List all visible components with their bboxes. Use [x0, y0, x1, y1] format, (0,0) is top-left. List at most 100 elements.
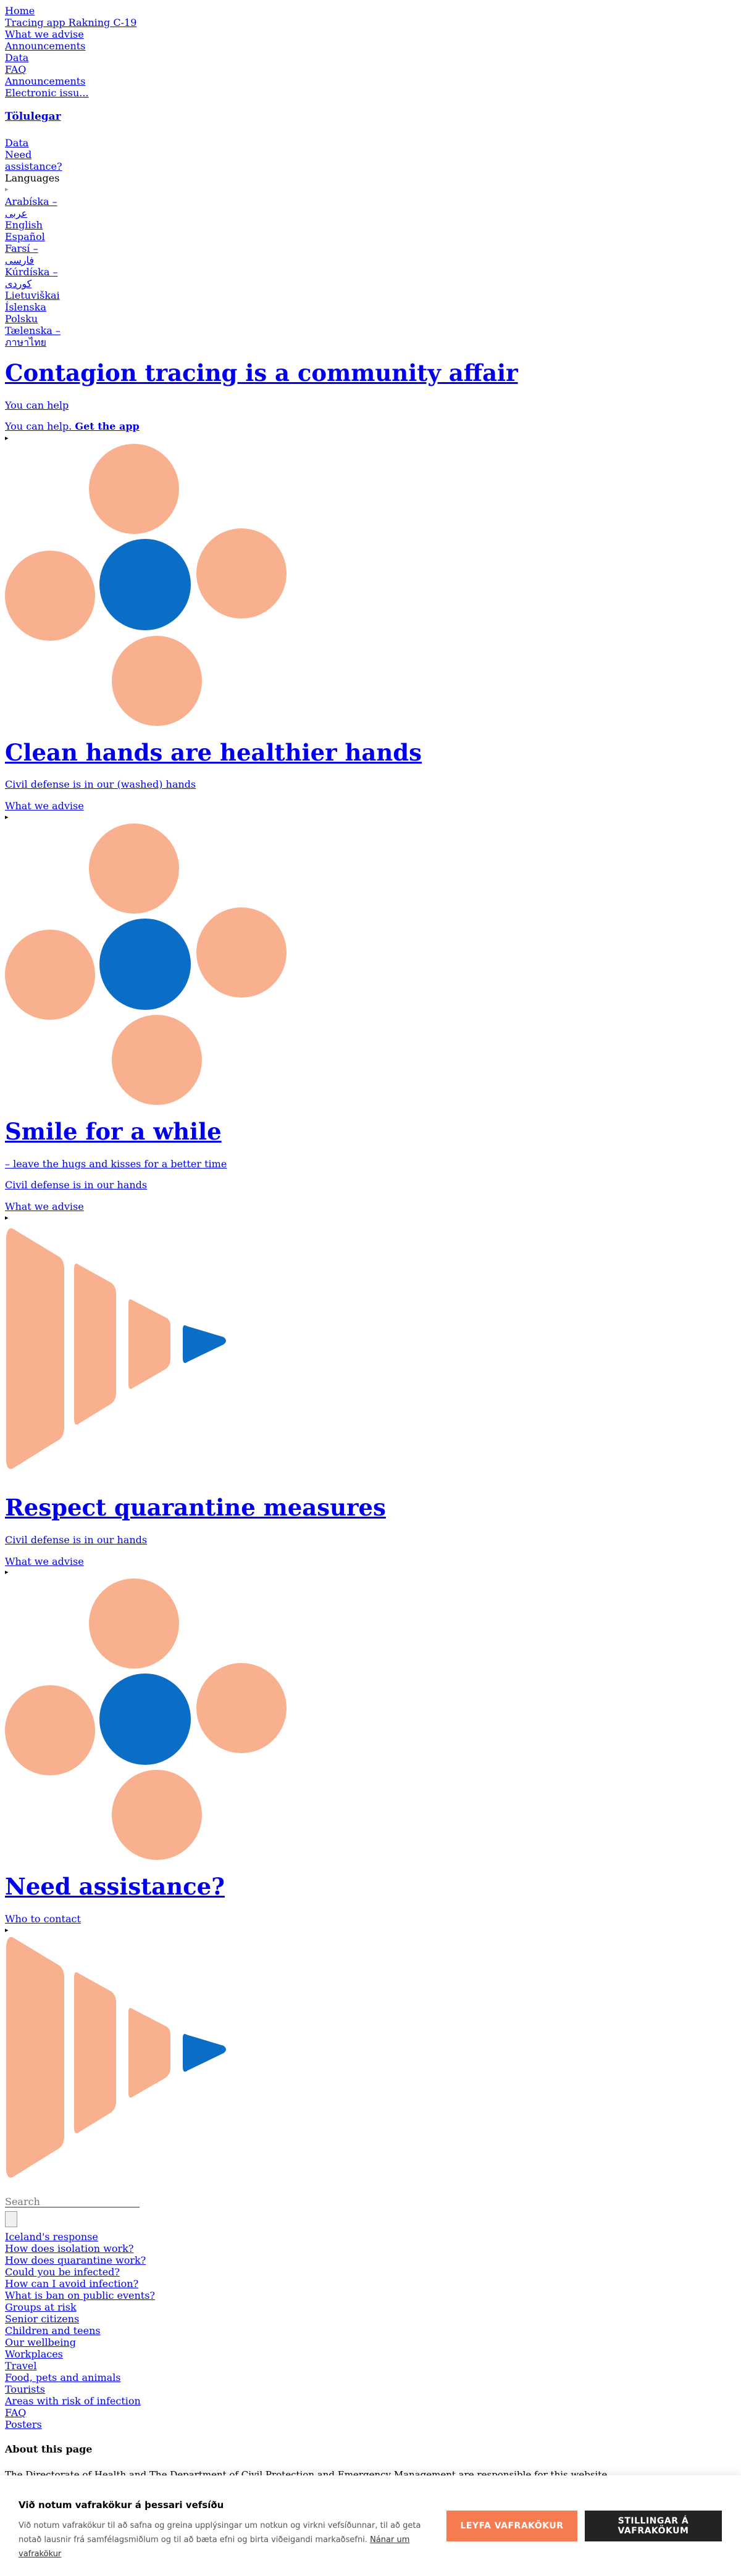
accept-cookies-button[interactable]: LEYFA VAFRAKÖKUR: [446, 2511, 577, 2541]
languages-toggle-icon[interactable]: ▸: [5, 185, 9, 194]
footer-link[interactable]: Areas with risk of infection: [5, 2395, 141, 2407]
get-app-prefix: You can help.: [5, 420, 72, 432]
get-the-app-link[interactable]: You can help. Get the app: [5, 420, 140, 432]
footer-link[interactable]: Groups at risk: [5, 2301, 77, 2313]
blue-shape: [183, 2033, 226, 2072]
nav-home-link[interactable]: Home: [5, 5, 35, 17]
footer-link[interactable]: How can I avoid infection?: [5, 2278, 138, 2290]
language-list: Arabíska – عربى English Español Farsí – …: [5, 196, 61, 348]
section5-illustration: [6, 1936, 226, 2178]
footer-link[interactable]: Iceland's response: [5, 2231, 98, 2243]
footer-link[interactable]: FAQ: [5, 2407, 26, 2419]
need-link-line1: Need: [5, 149, 32, 160]
data-link[interactable]: Data: [5, 137, 28, 149]
lang-arabic-link[interactable]: Arabíska –: [5, 196, 57, 207]
need-link-line2: assistance?: [5, 160, 62, 172]
civil-defense-link-2[interactable]: Civil defense is in our hands: [5, 1534, 147, 1546]
nav-data-link[interactable]: Data: [5, 52, 28, 64]
need-assistance-link[interactable]: Need assistance?: [5, 149, 62, 172]
you-can-help-link[interactable]: You can help: [5, 399, 69, 411]
who-to-contact-link[interactable]: Who to contact: [5, 1913, 81, 1925]
civil-defense-link-1[interactable]: Civil defense is in our hands: [5, 1179, 147, 1191]
section2-toggle-icon[interactable]: ▸: [5, 813, 9, 822]
peach-circle: [112, 636, 202, 726]
peach-shape: [128, 2007, 170, 2098]
peach-shape: [128, 1299, 170, 1389]
section-title-contagion[interactable]: Contagion tracing is a community affair: [5, 359, 518, 386]
cookie-description: Við notum vafrakökur til að safna og gre…: [19, 2521, 421, 2545]
footer-link[interactable]: How does isolation work?: [5, 2243, 133, 2254]
peach-shape: [74, 1264, 116, 1425]
section-title-clean-hands[interactable]: Clean hands are healthier hands: [5, 739, 422, 766]
cookie-banner: Við notum vafrakökur á þessari vefsíðu V…: [0, 2475, 741, 2576]
cookie-text: Við notum vafrakökur til að safna og gre…: [19, 2519, 432, 2561]
footer-link[interactable]: Travel: [5, 2360, 36, 2372]
section-title-need-assistance[interactable]: Need assistance?: [5, 1873, 225, 1900]
nav-what-we-advise-link[interactable]: What we advise: [5, 28, 84, 40]
blue-circle: [99, 539, 191, 630]
section4-toggle-icon[interactable]: ▸: [5, 1568, 9, 1577]
lang-lithuanian-link[interactable]: Lietuviškai: [5, 290, 60, 301]
peach-circle: [5, 930, 95, 1020]
lang-farsi-link[interactable]: Farsí –: [5, 243, 38, 254]
peach-circle: [89, 444, 179, 534]
section1-toggle-icon[interactable]: ▸: [5, 434, 9, 443]
footer-link[interactable]: Food, pets and animals: [5, 2372, 121, 2383]
nav-electronic-link[interactable]: Electronic issu...: [5, 87, 89, 99]
main-nav: Home Tracing app Rakning C-19 What we ad…: [5, 5, 136, 99]
lang-spanish-link[interactable]: Español: [5, 231, 45, 243]
section3-toggle-icon[interactable]: ▸: [5, 1214, 9, 1222]
nav-announcements-link[interactable]: Announcements: [5, 40, 85, 52]
about-heading: About this page: [5, 2443, 93, 2455]
peach-shape: [6, 1936, 64, 2178]
what-we-advise-link-3[interactable]: What we advise: [5, 1556, 84, 1567]
footer-link[interactable]: Senior citizens: [5, 2313, 79, 2325]
lang-thai-native-link[interactable]: ภาษาไทย: [5, 336, 46, 348]
lang-polish-link[interactable]: Polsku: [5, 313, 38, 325]
footer-link[interactable]: How does quarantine work?: [5, 2254, 146, 2266]
footer-link[interactable]: What is ban on public events?: [5, 2290, 155, 2301]
nav-announcements-link-2[interactable]: Announcements: [5, 75, 85, 87]
footer-link[interactable]: Workplaces: [5, 2348, 63, 2360]
footer-link[interactable]: Our wellbeing: [5, 2336, 76, 2348]
blue-shape: [183, 1325, 226, 1363]
section-title-quarantine[interactable]: Respect quarantine measures: [5, 1494, 386, 1521]
lang-kurdish-link[interactable]: Kúrdíska –: [5, 266, 57, 278]
lang-farsi-native-link[interactable]: فارسی: [5, 254, 34, 266]
civil-defense-washed-link[interactable]: Civil defense is in our (washed) hands: [5, 778, 196, 790]
what-we-advise-link-2[interactable]: What we advise: [5, 1201, 84, 1212]
peach-circle: [5, 1685, 95, 1775]
stats-heading-link[interactable]: Tölulegar: [5, 110, 61, 123]
peach-circle: [196, 528, 287, 619]
nav-faq-link[interactable]: FAQ: [5, 64, 26, 75]
cookie-title: Við notum vafrakökur á þessari vefsíðu: [19, 2499, 224, 2511]
peach-circle: [112, 1770, 202, 1860]
lang-english-link[interactable]: English: [5, 219, 43, 231]
blue-circle: [99, 919, 191, 1010]
search-button[interactable]: [5, 2211, 17, 2227]
footer-link[interactable]: Could you be infected?: [5, 2266, 120, 2278]
section-title-smile[interactable]: Smile for a while: [5, 1118, 222, 1145]
search-input[interactable]: [5, 2196, 140, 2207]
what-we-advise-link-1[interactable]: What we advise: [5, 800, 84, 812]
section3-illustration: [6, 1228, 226, 1469]
lang-icelandic-link[interactable]: Íslenska: [5, 301, 46, 313]
footer-link[interactable]: Children and teens: [5, 2325, 101, 2336]
footer-links: Iceland's response How does isolation wo…: [5, 2231, 155, 2430]
peach-circle: [112, 1015, 202, 1105]
lang-thai-link[interactable]: Tælenska –: [5, 325, 61, 336]
lang-arabic-native-link[interactable]: عربى: [5, 207, 27, 219]
nav-tracing-app-link[interactable]: Tracing app Rakning C-19: [5, 17, 136, 28]
leave-the-hugs-link[interactable]: – leave the hugs and kisses for a better…: [5, 1158, 227, 1170]
blue-circle: [99, 1674, 191, 1765]
peach-shape: [6, 1228, 64, 1469]
peach-circle: [196, 907, 287, 998]
footer-link[interactable]: Posters: [5, 2419, 42, 2430]
get-app-bold: Get the app: [75, 420, 140, 432]
lang-kurdish-native-link[interactable]: کوردی: [5, 278, 31, 290]
peach-circle: [89, 823, 179, 914]
peach-circle: [196, 1663, 287, 1753]
footer-link[interactable]: Tourists: [5, 2383, 45, 2395]
cookie-settings-button[interactable]: STILLINGAR Á VAFRAKÖKUM: [585, 2511, 722, 2541]
peach-circle: [89, 1578, 179, 1669]
